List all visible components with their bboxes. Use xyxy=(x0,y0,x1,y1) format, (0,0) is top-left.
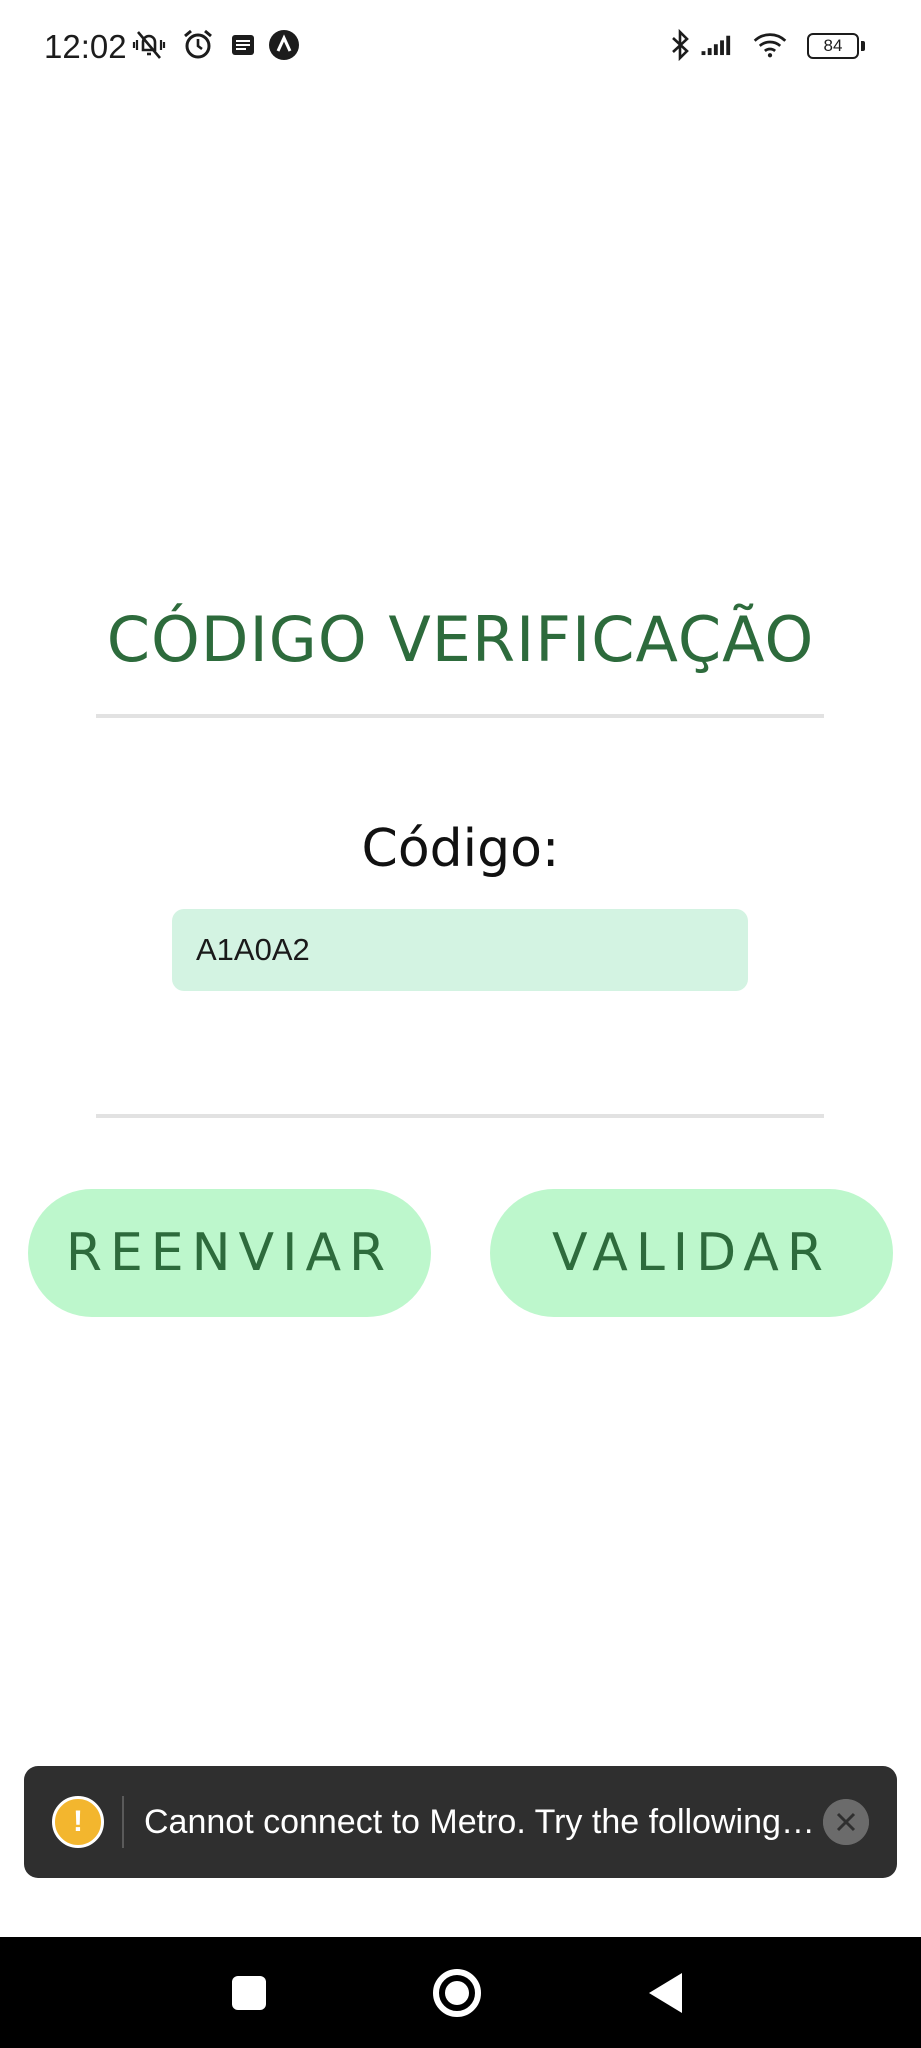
bluetooth-icon xyxy=(672,28,689,62)
metro-error-toast[interactable]: ! Cannot connect to Metro. Try the follo… xyxy=(24,1766,897,1878)
code-label: Código: xyxy=(361,819,560,879)
battery-tip xyxy=(861,41,865,51)
battery-icon: 84 xyxy=(807,33,859,59)
status-bar: 12:02 84 xyxy=(0,0,921,96)
top-divider xyxy=(96,714,824,718)
validate-button[interactable]: VALIDAR xyxy=(490,1189,893,1317)
alarm-icon xyxy=(184,29,212,59)
back-button[interactable] xyxy=(637,1965,693,2021)
resend-button[interactable]: REENVIAR xyxy=(28,1189,431,1317)
code-input[interactable]: A1A0A2 xyxy=(172,909,748,991)
home-button[interactable] xyxy=(429,1965,485,2021)
toast-separator xyxy=(122,1796,124,1848)
navigation-bar xyxy=(0,1937,921,2048)
signal-icon xyxy=(701,35,731,56)
wifi-icon xyxy=(753,33,787,58)
toast-message[interactable]: Cannot connect to Metro. Try the followi… xyxy=(144,1766,824,1878)
status-time: 12:02 xyxy=(44,28,127,65)
page-title: CÓDIGO VERIFICAÇÃO xyxy=(106,603,815,676)
notes-icon xyxy=(232,35,254,55)
vibrate-mute-icon xyxy=(132,31,166,59)
close-icon[interactable] xyxy=(823,1799,869,1845)
battery-level: 84 xyxy=(823,36,843,55)
recents-button[interactable] xyxy=(221,1965,277,2021)
warning-icon: ! xyxy=(52,1796,104,1848)
app-launcher-icon xyxy=(269,30,299,60)
bottom-divider xyxy=(96,1114,824,1118)
